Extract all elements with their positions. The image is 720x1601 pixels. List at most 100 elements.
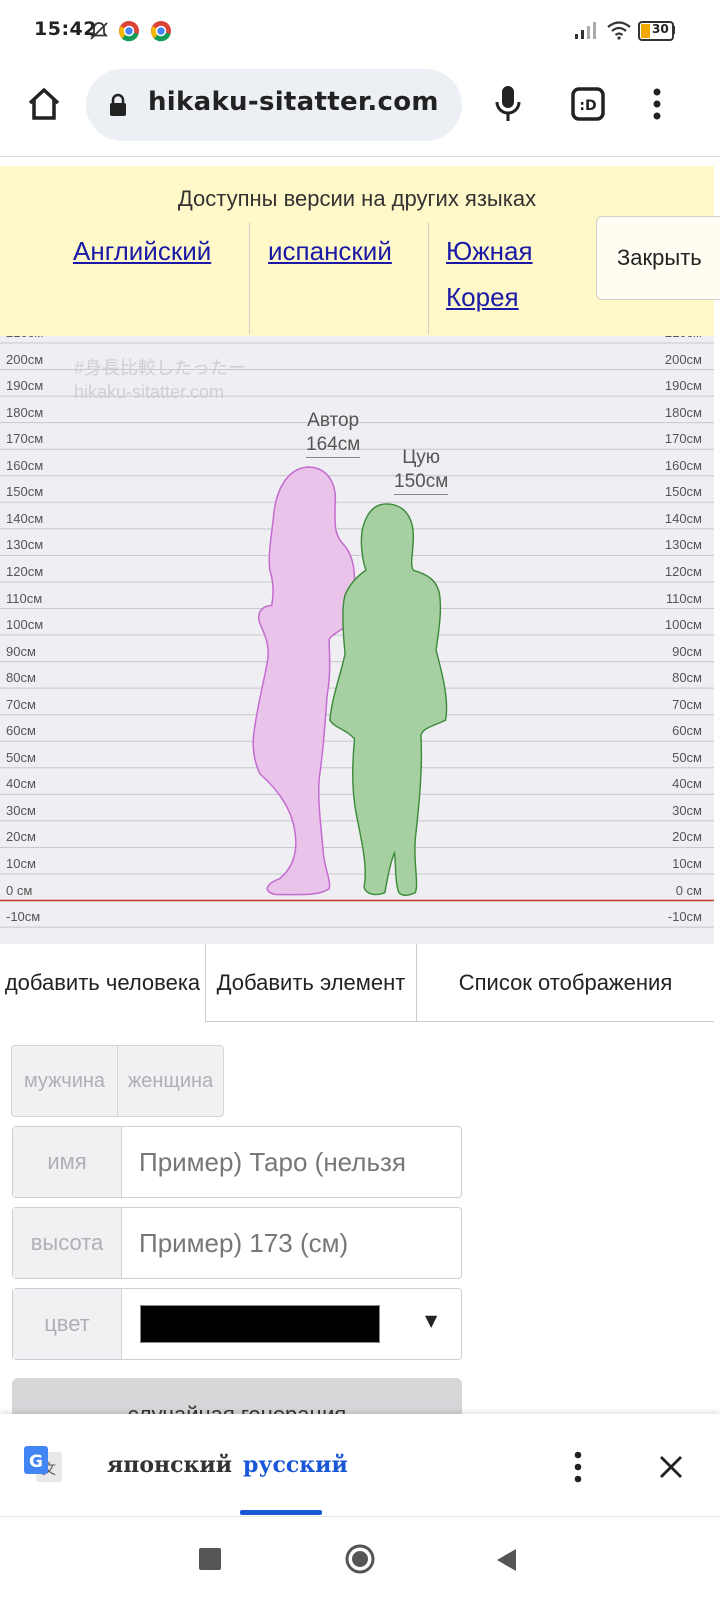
more-menu-icon[interactable] [650, 86, 664, 122]
tick-label: 30см [6, 802, 36, 818]
tab-switcher-icon[interactable]: :D [570, 86, 606, 122]
tab-add-person[interactable]: добавить человека [0, 944, 206, 1022]
tick-label: 170см [6, 431, 44, 447]
microphone-icon[interactable] [494, 84, 522, 124]
tick-label: 20см [672, 829, 702, 845]
name-label: имя [13, 1127, 122, 1197]
tick-label: 40см [672, 776, 702, 792]
chrome-icon [151, 21, 171, 42]
tick-label: 210см [665, 336, 702, 340]
tick-label: 100см [664, 617, 702, 633]
tick-label: 10см [672, 856, 702, 871]
browser-toolbar: hikaku-sitatter.com :D [0, 64, 720, 157]
banner-title: Доступны версии на других языках [177, 186, 537, 211]
divider [249, 222, 250, 334]
figure-label-author: Автор 164см [306, 409, 361, 459]
tick-label: 160см [664, 457, 702, 473]
active-tab-indicator [240, 1510, 322, 1515]
recents-icon[interactable] [199, 1548, 221, 1570]
close-banner-button[interactable]: Закрыть [596, 216, 720, 300]
tick-label: 200см [664, 351, 702, 367]
tick-label: 90см [6, 643, 36, 659]
source-language-tab[interactable]: японский [107, 1452, 232, 1478]
tab-display-list[interactable]: Список отображения [417, 944, 714, 1022]
google-translate-icon: 文 G [24, 1446, 62, 1482]
tick-label: 140см [664, 510, 702, 526]
watermark-line: #身長比較したったー [74, 358, 247, 378]
gender-male-button[interactable]: мужчина [11, 1045, 118, 1117]
lock-icon[interactable] [108, 93, 128, 117]
tick-label: 110см [6, 590, 43, 606]
back-icon[interactable] [494, 1547, 518, 1573]
gender-female-button[interactable]: женщина [117, 1045, 224, 1117]
tick-label: 170см [664, 431, 702, 447]
tick-label: 180см [664, 404, 702, 420]
tick-label: -10см [6, 909, 41, 925]
figure-label-tsuyu: Цую 150см [394, 446, 449, 496]
tick-label: 90см [672, 643, 702, 659]
tick-label: 60см [672, 723, 702, 739]
dropdown-arrow-icon[interactable]: ▼ [425, 1311, 437, 1330]
tick-label: 120см [664, 563, 702, 579]
tab-add-element[interactable]: Добавить элемент [206, 944, 417, 1022]
tick-label: 210см [6, 336, 43, 340]
tick-label: 80см [672, 670, 702, 686]
tick-label: 100см [6, 617, 44, 633]
tick-label: 70см [672, 696, 702, 712]
home-icon[interactable] [26, 86, 62, 122]
translate-bar: 文 G японский русский [0, 1414, 720, 1516]
color-select[interactable] [140, 1305, 380, 1343]
more-menu-icon[interactable] [572, 1450, 584, 1484]
color-label: цвет [13, 1289, 122, 1359]
link-korean[interactable]: Южная Корея [446, 228, 556, 320]
close-icon[interactable] [658, 1454, 684, 1480]
watermark-line: hikaku-sitatter.com [74, 382, 225, 402]
url-text[interactable]: hikaku-sitatter.com [148, 87, 439, 117]
language-banner: Доступны версии на других языках Английс… [0, 166, 720, 336]
tick-label: 10см [6, 856, 36, 871]
name-input[interactable] [121, 1127, 461, 1197]
home-circle-icon[interactable] [344, 1543, 376, 1575]
wifi-icon [607, 21, 631, 40]
chrome-icon [119, 21, 139, 42]
link-spanish[interactable]: испанский [268, 228, 392, 274]
divider [428, 222, 429, 334]
tick-label: 70см [6, 696, 36, 712]
tick-label: 50см [672, 749, 702, 765]
height-field: высота [12, 1207, 462, 1279]
figure-name: Автор [307, 410, 360, 432]
link-english[interactable]: Английский [73, 228, 211, 274]
figure-name: Цую [402, 447, 441, 469]
tab-bar: добавить человека Добавить элемент Списо… [0, 944, 714, 1024]
address-bar[interactable]: hikaku-sitatter.com [86, 69, 462, 141]
svg-text::D: :D [579, 98, 596, 114]
tick-label: 160см [6, 457, 44, 473]
watermark: #身長比較したったー hikaku-sitatter.com [74, 356, 246, 404]
height-label: высота [13, 1208, 122, 1278]
tick-label: 130см [6, 537, 44, 553]
tick-label: 50см [6, 749, 36, 765]
tick-label: 110см [665, 590, 702, 606]
tick-label: 20см [6, 829, 36, 845]
tick-label: 150см [6, 484, 44, 500]
height-input[interactable] [121, 1208, 461, 1278]
figure-height: 150см [394, 470, 449, 496]
signal-icon [575, 22, 596, 39]
tick-label: 190см [664, 378, 702, 394]
tick-label: 60см [6, 723, 36, 739]
tick-label: 30см [672, 802, 702, 818]
color-field: цвет ▼ [12, 1288, 462, 1360]
tick-label: 190см [6, 378, 44, 394]
tick-label: -10см [667, 909, 702, 925]
figure-height: 164см [306, 433, 361, 459]
status-bar: 15:42 30 [0, 0, 720, 64]
name-field: имя [12, 1126, 462, 1198]
tick-label: 0 см [675, 882, 702, 898]
target-language-tab[interactable]: русский [243, 1452, 348, 1478]
system-nav-bar [0, 1516, 720, 1601]
tick-label: 150см [664, 484, 702, 500]
tick-label: 140см [6, 510, 44, 526]
muted-bell-icon [90, 22, 108, 40]
tick-label: 120см [6, 563, 44, 579]
battery-icon: 30 [638, 21, 674, 41]
